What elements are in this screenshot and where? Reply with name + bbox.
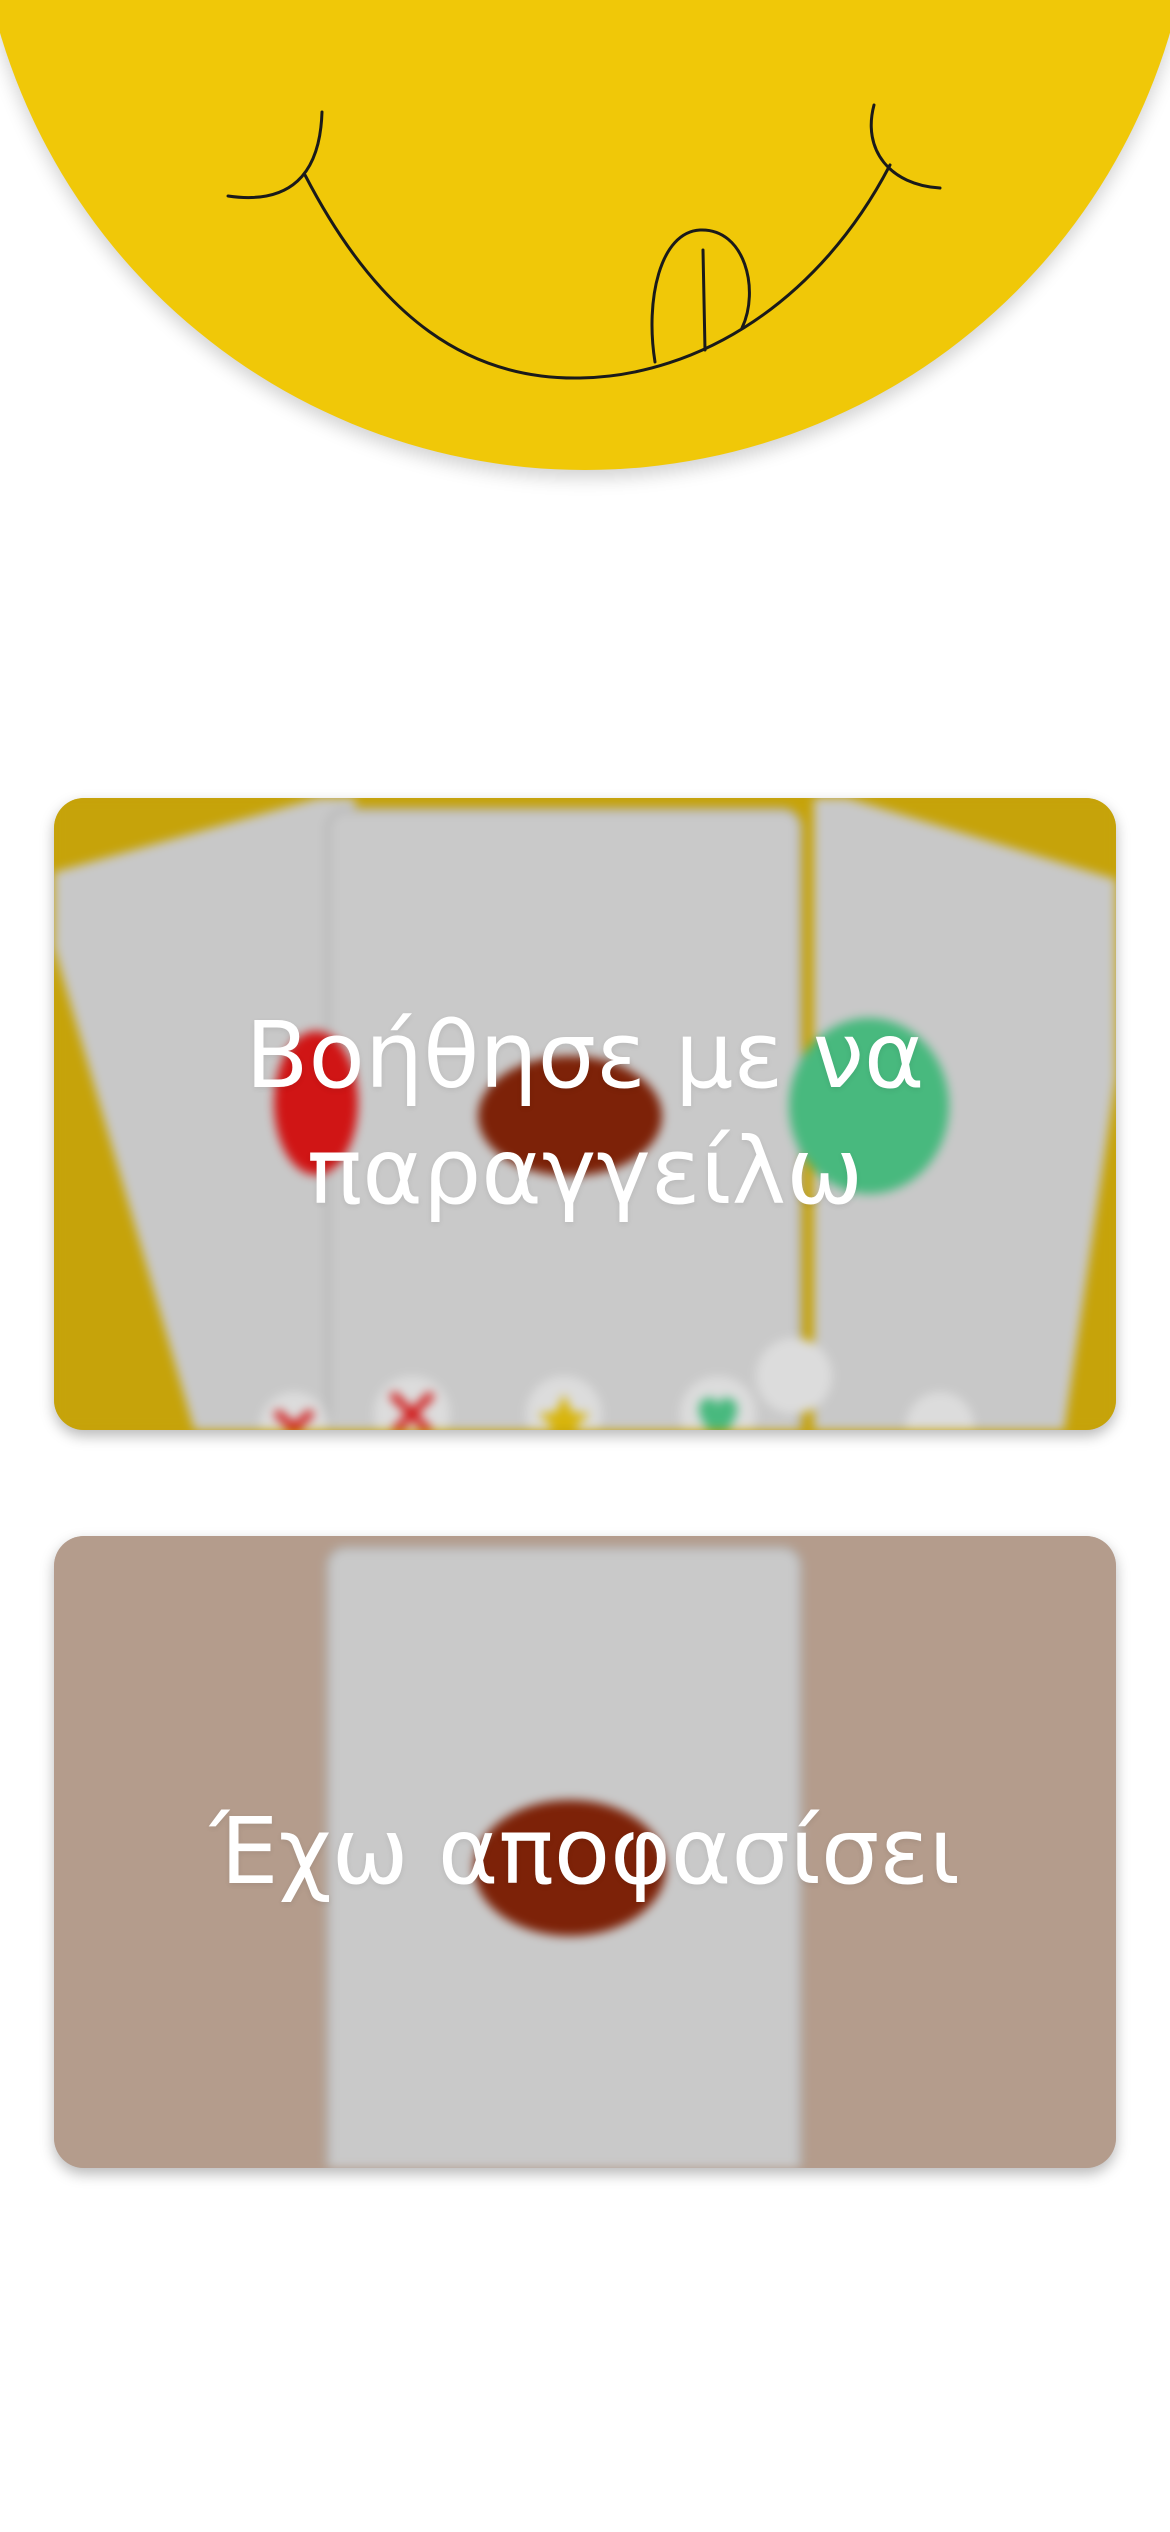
help-me-order-label: Βοήθησε με να παραγγείλω (245, 1002, 925, 1225)
help-me-order-card[interactable]: Βοήθησε με να παραγγείλω (54, 798, 1116, 1430)
already-decided-label: Έχω αποφασίσει (209, 1798, 961, 1905)
smiley-mouth-icon (226, 103, 942, 380)
already-decided-card[interactable]: Έχω αποφασίσει (54, 1536, 1116, 2168)
